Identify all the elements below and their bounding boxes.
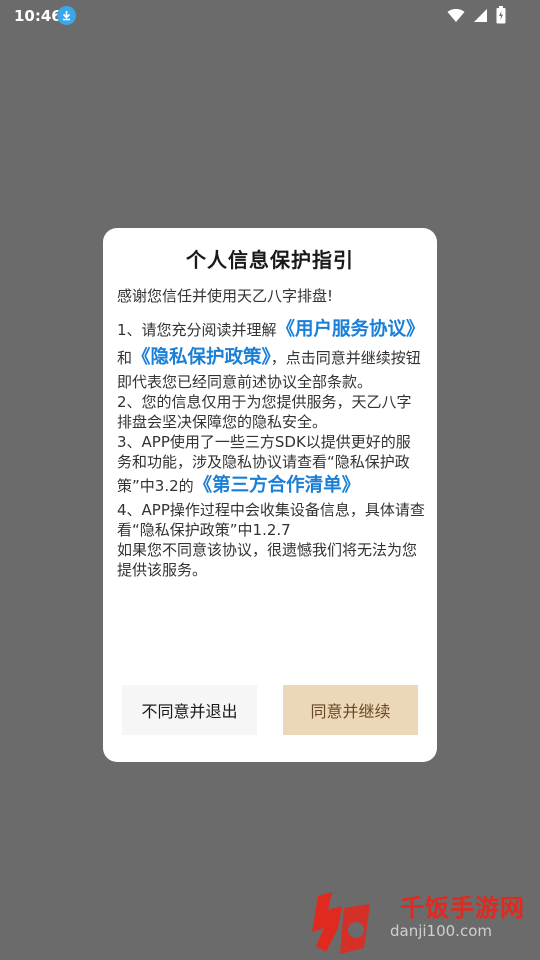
intro-text: 感谢您信任并使用天乙八字排盘! [117, 287, 334, 305]
item-1-and: 和 [117, 349, 133, 367]
privacy-dialog: 个人信息保护指引 感谢您信任并使用天乙八字排盘! 1、请您充分阅读并理解《用户服… [103, 228, 437, 762]
third-party-list-link[interactable]: 《第三方合作清单》 [194, 475, 361, 496]
watermark-brand: 千饭手游网 [400, 894, 525, 922]
status-time: 10:46 [14, 7, 62, 25]
watermark: 千饭手游网 danji100.com [304, 888, 540, 960]
privacy-policy-link[interactable]: 《隐私保护政策》 [132, 347, 271, 368]
item-1: 1、请您充分阅读并理解《用户服务协议》 和《隐私保护政策》，点击同意并继续按钮即… [117, 316, 425, 392]
disagree-exit-button[interactable]: 不同意并退出 [122, 685, 257, 735]
download-icon [57, 6, 76, 25]
status-bar: 10:46 [0, 0, 540, 32]
item-2: 2、您的信息仅用于为您提供服务，天乙八字排盘会坚决保障您的隐私安全。 [117, 393, 412, 431]
user-agreement-link[interactable]: 《用户服务协议》 [277, 319, 425, 340]
agree-continue-button[interactable]: 同意并继续 [283, 685, 418, 735]
item-1-pre: 1、请您充分阅读并理解 [117, 321, 277, 339]
battery-icon [496, 6, 506, 28]
status-icons [447, 6, 506, 28]
item-3: 3、APP使用了一些三方SDK以提供更好的服务和功能，涉及隐私协议请查看“隐私保… [117, 432, 425, 500]
dialog-title: 个人信息保护指引 [186, 248, 354, 272]
wifi-icon [447, 8, 465, 27]
dialog-body: 感谢您信任并使用天乙八字排盘! 1、请您充分阅读并理解《用户服务协议》 和《隐私… [117, 286, 425, 580]
watermark-site: danji100.com [390, 922, 492, 940]
watermark-logo-icon [312, 892, 370, 954]
item-4: 4、APP操作过程中会收集设备信息，具体请查看“隐私保护政策”中1.2.7 [117, 501, 425, 539]
closing-text: 如果您不同意该协议，很遗憾我们将无法为您提供该服务。 [117, 541, 418, 579]
signal-icon [473, 8, 488, 27]
